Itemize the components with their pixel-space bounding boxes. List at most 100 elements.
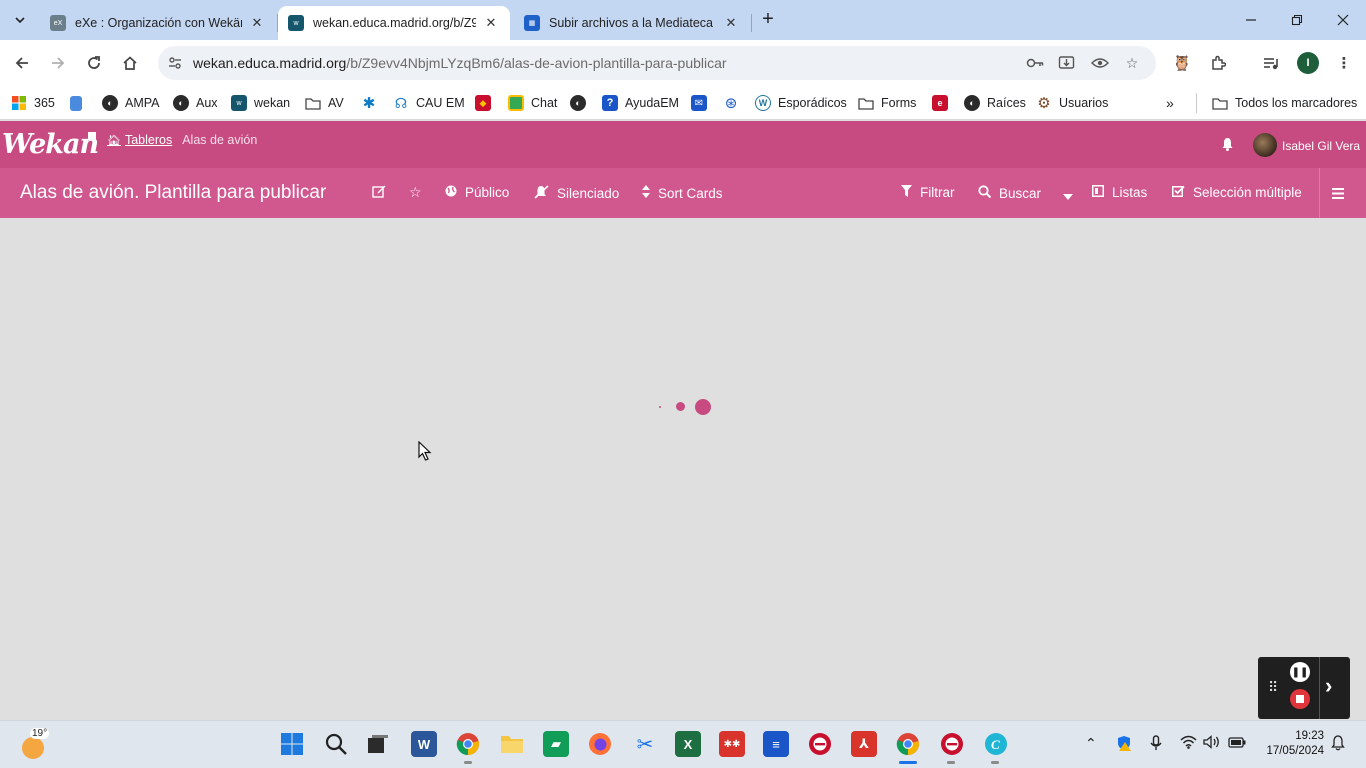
bookmark-mail[interactable]: ✉ [691, 92, 714, 114]
bookmark-ampa[interactable]: ◐ AMPA [102, 92, 160, 114]
browser-toolbar: wekan.educa.madrid.org/b/Z9evv4NbjmLYzqB… [0, 40, 1366, 86]
taskbar-chrome-2[interactable] [895, 731, 921, 757]
taskbar-notes[interactable]: ≡ [763, 731, 789, 757]
visibility-button[interactable]: Público [445, 185, 509, 200]
bookmark-doc[interactable] [70, 92, 89, 114]
mouse-cursor-icon [418, 441, 432, 461]
battery-icon[interactable] [1228, 735, 1246, 752]
taskbar-explorer[interactable] [499, 731, 525, 757]
forward-button[interactable] [46, 51, 70, 75]
close-icon[interactable]: ✕ [722, 14, 740, 32]
sort-cards-button[interactable]: Sort Cards [642, 185, 723, 201]
chrome-menu-icon[interactable]: ⋮ [1332, 51, 1356, 75]
minimize-button[interactable] [1237, 8, 1265, 32]
close-icon[interactable]: ✕ [482, 14, 500, 32]
taskbar-word[interactable]: W [411, 731, 437, 757]
weather-widget[interactable]: 19° [20, 728, 50, 759]
more-bookmarks-button[interactable]: » [1166, 92, 1174, 114]
drag-handle-icon[interactable]: ⠿ [1268, 679, 1278, 696]
security-tray-icon[interactable] [1116, 735, 1132, 754]
start-button[interactable] [279, 731, 305, 757]
breadcrumb-home-link[interactable]: 🏠︎ Tableros [107, 133, 172, 147]
address-bar[interactable]: wekan.educa.madrid.org/b/Z9evv4NbjmLYzqB… [158, 46, 1156, 80]
back-button[interactable] [10, 51, 34, 75]
taskbar-educamadrid-2[interactable] [939, 731, 965, 757]
new-tab-button[interactable]: + [758, 9, 778, 30]
taskbar-madrid-app[interactable]: ✱✱ [719, 731, 745, 757]
taskbar-chrome[interactable] [455, 731, 481, 757]
tab-search-button[interactable] [8, 8, 32, 32]
restore-button[interactable] [1283, 8, 1311, 32]
board-title[interactable]: Alas de avión. Plantilla para publicar [20, 182, 326, 204]
bookmark-ayudaem[interactable]: ? AyudaEM [602, 92, 679, 114]
user-name[interactable]: Isabel Gil Vera [1282, 139, 1360, 153]
taskbar-firefox[interactable] [587, 731, 613, 757]
bookmark-raices[interactable]: ◐ Raíces [964, 92, 1026, 114]
close-icon[interactable]: ✕ [248, 14, 266, 32]
wekan-logo[interactable]: Wekan [2, 129, 99, 160]
eye-icon[interactable] [1091, 54, 1109, 72]
profile-avatar[interactable]: I [1297, 52, 1319, 74]
bookmarks-bar: 365 ◐ AMPA ◐ Aux w wekan AV ✱ ☊ CAU EM ◆ Cha… [0, 86, 1366, 120]
taskbar-educamadrid-1[interactable] [807, 731, 833, 757]
bookmark-chat[interactable]: Chat [508, 92, 557, 114]
taskbar-acrobat[interactable]: ⅄ [851, 731, 877, 757]
taskbar-clock[interactable]: 19:23 17/05/2024 [1258, 729, 1324, 759]
bookmark-globe[interactable]: ◐ [570, 92, 593, 114]
taskbar-snipping[interactable]: ✂ [632, 731, 658, 757]
bookmark-forms[interactable]: Forms [858, 92, 916, 114]
bookmark-spain[interactable]: ◆ [475, 92, 498, 114]
star-board-button[interactable]: ☆ [409, 184, 422, 201]
view-dropdown-button[interactable] [1063, 187, 1073, 203]
taskbar-excel[interactable]: X [675, 731, 701, 757]
bookmark-edu[interactable]: e [932, 92, 955, 114]
taskbar-canva[interactable]: C [983, 731, 1009, 757]
breadcrumb-board[interactable]: Alas de avión [182, 133, 257, 147]
pause-recording-button[interactable]: ❚❚ [1290, 662, 1310, 682]
home-button[interactable] [118, 51, 142, 75]
bookmark-av[interactable]: AV [305, 92, 344, 114]
bell-icon[interactable] [1221, 137, 1234, 154]
watch-button[interactable]: Silenciado [534, 185, 619, 202]
task-view-button[interactable] [365, 731, 391, 757]
bookmark-aperture[interactable]: ⊛ [723, 92, 746, 114]
close-window-button[interactable] [1329, 8, 1357, 32]
key-icon[interactable] [1026, 54, 1044, 72]
bookmark-aux[interactable]: ◐ Aux [173, 92, 218, 114]
reload-button[interactable] [82, 51, 106, 75]
view-lists-button[interactable]: Listas [1092, 185, 1147, 200]
edit-board-button[interactable] [372, 184, 386, 201]
wifi-icon[interactable] [1180, 735, 1197, 752]
tab-exe[interactable]: eX eXe : Organización con Wekän ✕ [40, 6, 276, 40]
install-app-icon[interactable] [1058, 54, 1076, 72]
multiselect-button[interactable]: Selección múltiple [1172, 185, 1302, 200]
microphone-icon[interactable] [1150, 735, 1162, 754]
user-avatar[interactable] [1253, 133, 1277, 157]
bookmark-label: AyudaEM [625, 96, 679, 110]
expand-recorder-button[interactable]: › [1325, 673, 1332, 699]
search-button[interactable]: Buscar [978, 185, 1041, 201]
notifications-icon[interactable] [1331, 735, 1345, 754]
show-hidden-icons-button[interactable]: ⌃ [1085, 735, 1097, 752]
bookmark-cau-em[interactable]: ☊ CAU EM [393, 92, 465, 114]
stop-recording-button[interactable] [1290, 689, 1310, 709]
site-info-icon[interactable] [166, 54, 184, 72]
sidebar-menu-button[interactable] [1332, 186, 1344, 202]
taskbar-chat[interactable]: ▰ [543, 731, 569, 757]
bookmark-caixa[interactable]: ✱ [361, 92, 384, 114]
taskbar-search-button[interactable] [323, 731, 349, 757]
extension-owl-icon[interactable]: 🦉 [1170, 51, 1194, 75]
extensions-puzzle-icon[interactable] [1206, 51, 1230, 75]
bookmark-365[interactable]: 365 [11, 92, 55, 114]
firefox-icon [589, 733, 611, 755]
all-bookmarks-button[interactable]: Todos los marcadores [1212, 92, 1357, 114]
bookmark-wekan[interactable]: w wekan [231, 92, 290, 114]
tab-mediateca[interactable]: ▦ Subir archivos a la Mediateca | ✕ [514, 6, 750, 40]
media-control-icon[interactable] [1259, 51, 1283, 75]
bookmark-usuarios[interactable]: ⚙ Usuarios [1036, 92, 1108, 114]
bookmark-star-icon[interactable]: ☆ [1123, 54, 1141, 72]
volume-icon[interactable] [1203, 735, 1221, 752]
filter-button[interactable]: Filtrar [901, 185, 955, 200]
bookmark-esporadicos[interactable]: W Esporádicos [755, 92, 847, 114]
tab-wekan[interactable]: w wekan.educa.madrid.org/b/Z9e ✕ [278, 6, 510, 40]
